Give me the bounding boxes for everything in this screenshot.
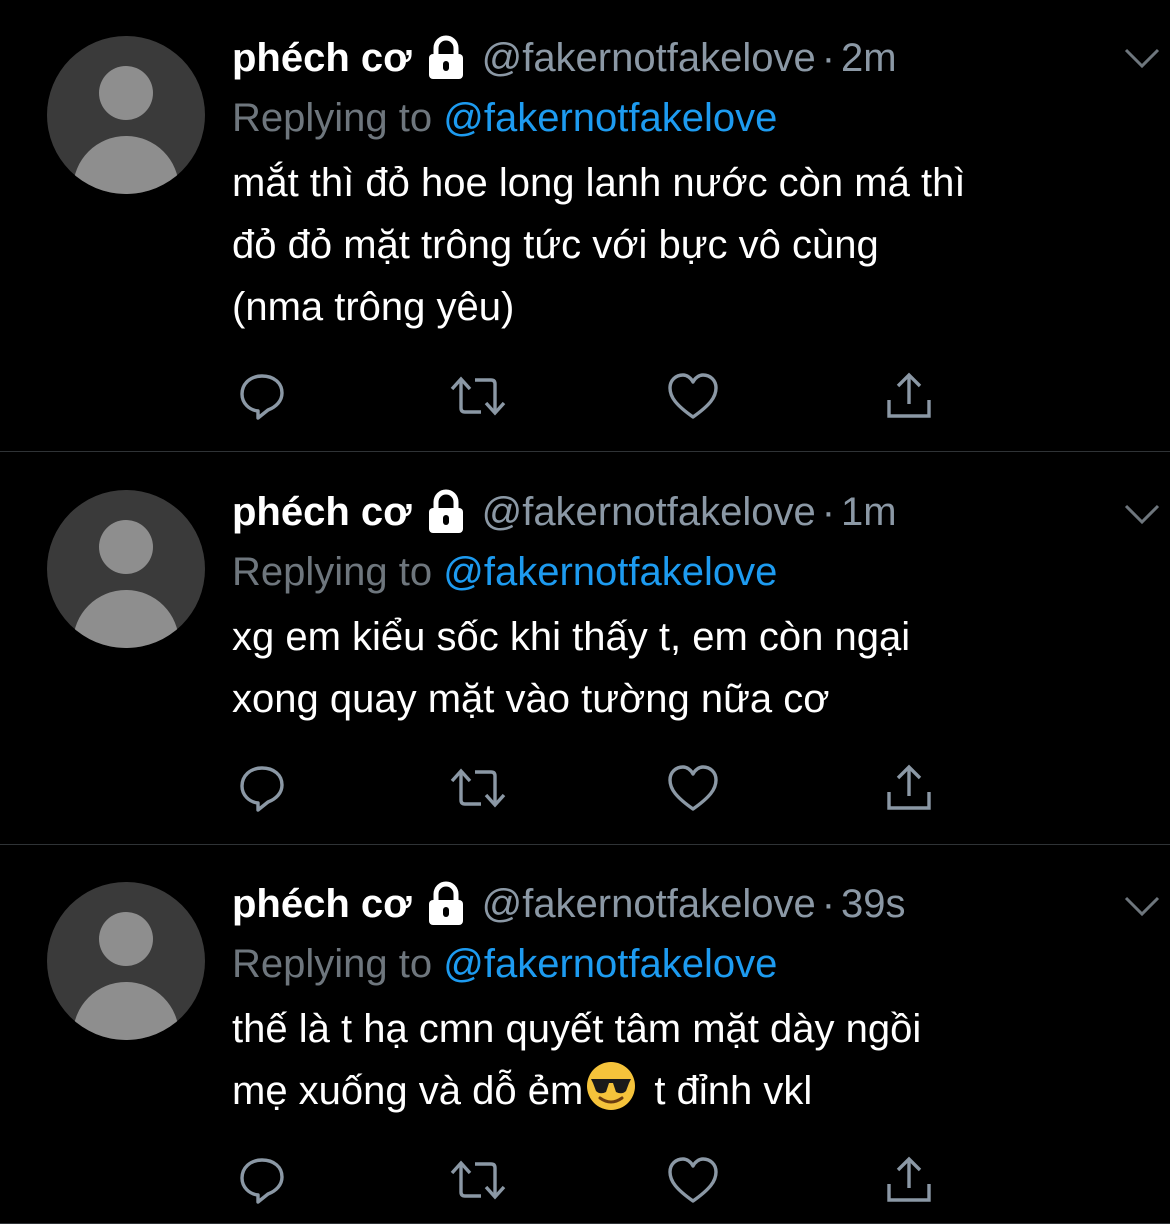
like-button[interactable] (663, 758, 723, 818)
heart-icon (668, 373, 718, 419)
like-button[interactable] (663, 1150, 723, 1210)
tweet[interactable]: phéch cơ @fakernotfakelove · 39s Replyin… (0, 845, 1170, 1224)
reply-button[interactable] (232, 758, 292, 818)
tweet-text: mắt thì đỏ hoe long lanh nước còn má thì… (232, 152, 1130, 338)
mention-link[interactable]: @fakernotfakelove (443, 96, 777, 140)
replying-label: Replying to (232, 942, 433, 986)
tweet-actions (232, 1150, 952, 1210)
tweet-text-line: mẹ xuống và dỗ ẻm t đỉnh vkl (232, 1060, 1130, 1122)
heart-icon (668, 765, 718, 811)
retweet-icon (450, 1160, 506, 1200)
avatar[interactable] (47, 882, 205, 1040)
tweet[interactable]: phéch cơ @fakernotfakelove · 2m Replying… (0, 0, 1170, 452)
tweet-text-line: thế là t hạ cmn quyết tâm mặt dày ngồi (232, 1007, 922, 1051)
heart-icon (668, 1157, 718, 1203)
smiling-face-with-sunglasses-emoji (587, 1062, 636, 1110)
lock-icon (428, 881, 463, 925)
retweet-button[interactable] (448, 758, 508, 818)
tweet-header: phéch cơ @fakernotfakelove · 2m (232, 32, 1130, 84)
replying-label: Replying to (232, 550, 433, 594)
display-name[interactable]: phéch cơ (232, 878, 412, 930)
replying-label: Replying to (232, 96, 433, 140)
like-button[interactable] (663, 366, 723, 426)
lock-icon (428, 35, 463, 79)
separator-dot: · (821, 36, 836, 80)
separator-dot: · (821, 490, 836, 534)
display-name[interactable]: phéch cơ (232, 32, 412, 84)
replying-to: Replying to @fakernotfakelove (232, 92, 1130, 152)
tweet-actions (232, 758, 952, 818)
separator-dot: · (821, 882, 836, 926)
reply-icon (240, 374, 284, 420)
avatar[interactable] (47, 36, 205, 194)
tweet-header: phéch cơ @fakernotfakelove · 39s (232, 878, 1130, 930)
user-handle[interactable]: @fakernotfakelove (482, 486, 816, 538)
chevron-down-icon[interactable] (1122, 498, 1162, 528)
tweet-text-line: xg em kiểu sốc khi thấy t, em còn ngại (232, 615, 911, 659)
timestamp[interactable]: 1m (841, 486, 897, 538)
tweet[interactable]: phéch cơ @fakernotfakelove · 1m Replying… (0, 452, 1170, 845)
tweet-header: phéch cơ @fakernotfakelove · 1m (232, 486, 1130, 538)
retweet-button[interactable] (448, 366, 508, 426)
replying-to: Replying to @fakernotfakelove (232, 938, 1130, 998)
chevron-down-icon[interactable] (1122, 42, 1162, 72)
tweet-text: xg em kiểu sốc khi thấy t, em còn ngại x… (232, 606, 1130, 730)
share-button[interactable] (879, 366, 939, 426)
reply-icon (240, 766, 284, 812)
retweet-icon (450, 768, 506, 808)
tweet-text-line: xong quay mặt vào tường nữa cơ (232, 677, 830, 721)
mention-link[interactable]: @fakernotfakelove (443, 942, 777, 986)
user-handle[interactable]: @fakernotfakelove (482, 878, 816, 930)
tweet-actions (232, 366, 952, 426)
tweet-text-line: đỏ đỏ mặt trông tức với bực vô cùng (232, 223, 879, 267)
tweet-text-line: mắt thì đỏ hoe long lanh nước còn má thì (232, 161, 966, 205)
lock-icon (428, 489, 463, 533)
retweet-button[interactable] (448, 1150, 508, 1210)
timestamp[interactable]: 2m (841, 32, 897, 84)
avatar[interactable] (47, 490, 205, 648)
timestamp[interactable]: 39s (841, 878, 906, 930)
retweet-icon (450, 376, 506, 416)
share-icon (887, 1156, 931, 1202)
share-icon (887, 372, 931, 418)
reply-icon (240, 1158, 284, 1204)
tweet-text-line: (nma trông yêu) (232, 285, 515, 329)
replying-to: Replying to @fakernotfakelove (232, 546, 1130, 606)
reply-button[interactable] (232, 1150, 292, 1210)
reply-button[interactable] (232, 366, 292, 426)
tweet-text-segment: t đỉnh vkl (643, 1069, 813, 1113)
display-name[interactable]: phéch cơ (232, 486, 412, 538)
share-icon (887, 764, 931, 810)
user-handle[interactable]: @fakernotfakelove (482, 32, 816, 84)
tweet-text-segment: mẹ xuống và dỗ ẻm (232, 1069, 584, 1113)
mention-link[interactable]: @fakernotfakelove (443, 550, 777, 594)
share-button[interactable] (879, 758, 939, 818)
share-button[interactable] (879, 1150, 939, 1210)
chevron-down-icon[interactable] (1122, 890, 1162, 920)
tweet-text: thế là t hạ cmn quyết tâm mặt dày ngồi m… (232, 998, 1130, 1122)
